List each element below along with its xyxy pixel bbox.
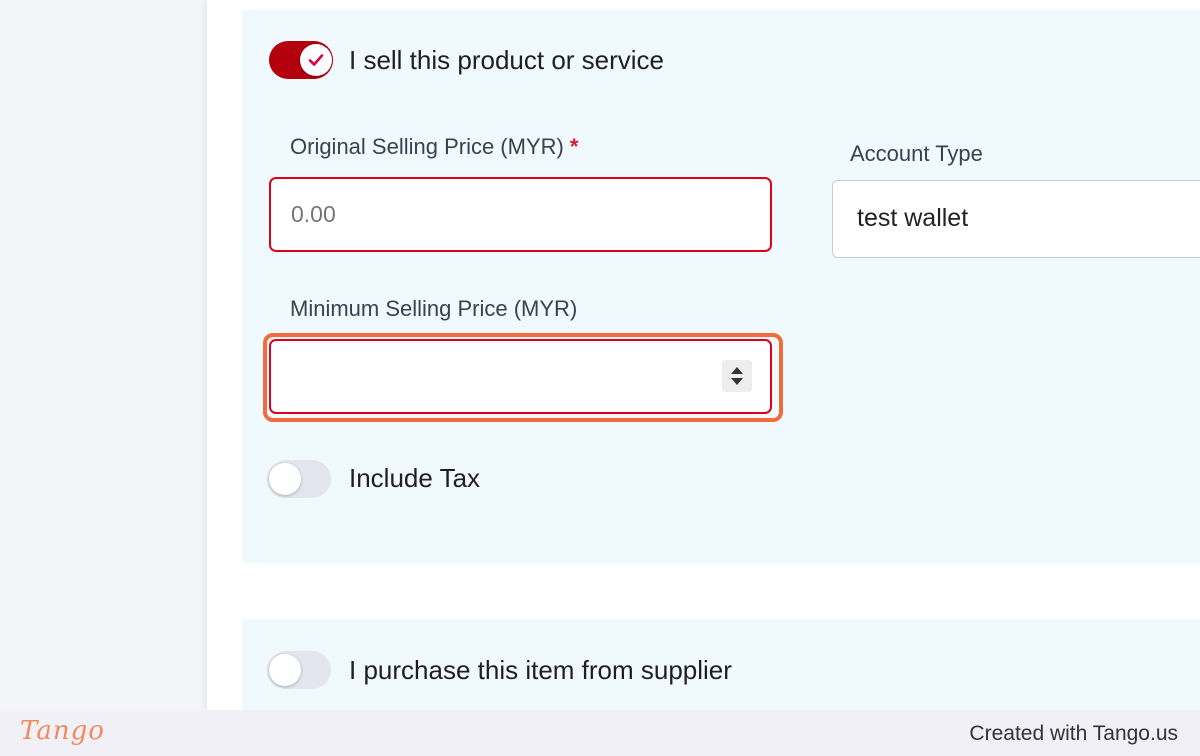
minimum-price-input[interactable]: [269, 339, 772, 414]
original-price-label-text: Original Selling Price (MYR): [290, 134, 564, 159]
required-mark: *: [569, 134, 579, 159]
original-price-label: Original Selling Price (MYR) *: [290, 134, 578, 160]
account-type-value: test wallet: [857, 204, 969, 232]
check-icon: [308, 54, 324, 66]
account-type-select[interactable]: test wallet: [832, 180, 1200, 258]
spinner-arrows-glyph: [731, 367, 743, 385]
toggle-knob: [269, 654, 301, 686]
include-tax-label: Include Tax: [349, 463, 481, 493]
sell-toggle-label: I sell this product or service: [349, 45, 665, 75]
include-tax-toggle[interactable]: [267, 460, 331, 498]
toggle-knob: [300, 44, 332, 76]
sell-toggle[interactable]: [269, 41, 333, 79]
tango-logo[interactable]: Tango: [20, 716, 105, 746]
account-type-label: Account Type: [850, 141, 983, 166]
footer-credit[interactable]: Created with Tango.us: [969, 722, 1178, 746]
left-gutter: [0, 0, 207, 710]
footer: Tango Created with Tango.us: [0, 710, 1200, 756]
toggle-knob: [269, 463, 301, 495]
minimum-price-label: Minimum Selling Price (MYR): [290, 296, 578, 321]
purchase-toggle[interactable]: [267, 651, 331, 689]
purchase-toggle-label: I purchase this item from supplier: [349, 655, 732, 685]
original-price-input[interactable]: [269, 177, 772, 252]
spinner-arrows-icon[interactable]: [722, 360, 752, 392]
